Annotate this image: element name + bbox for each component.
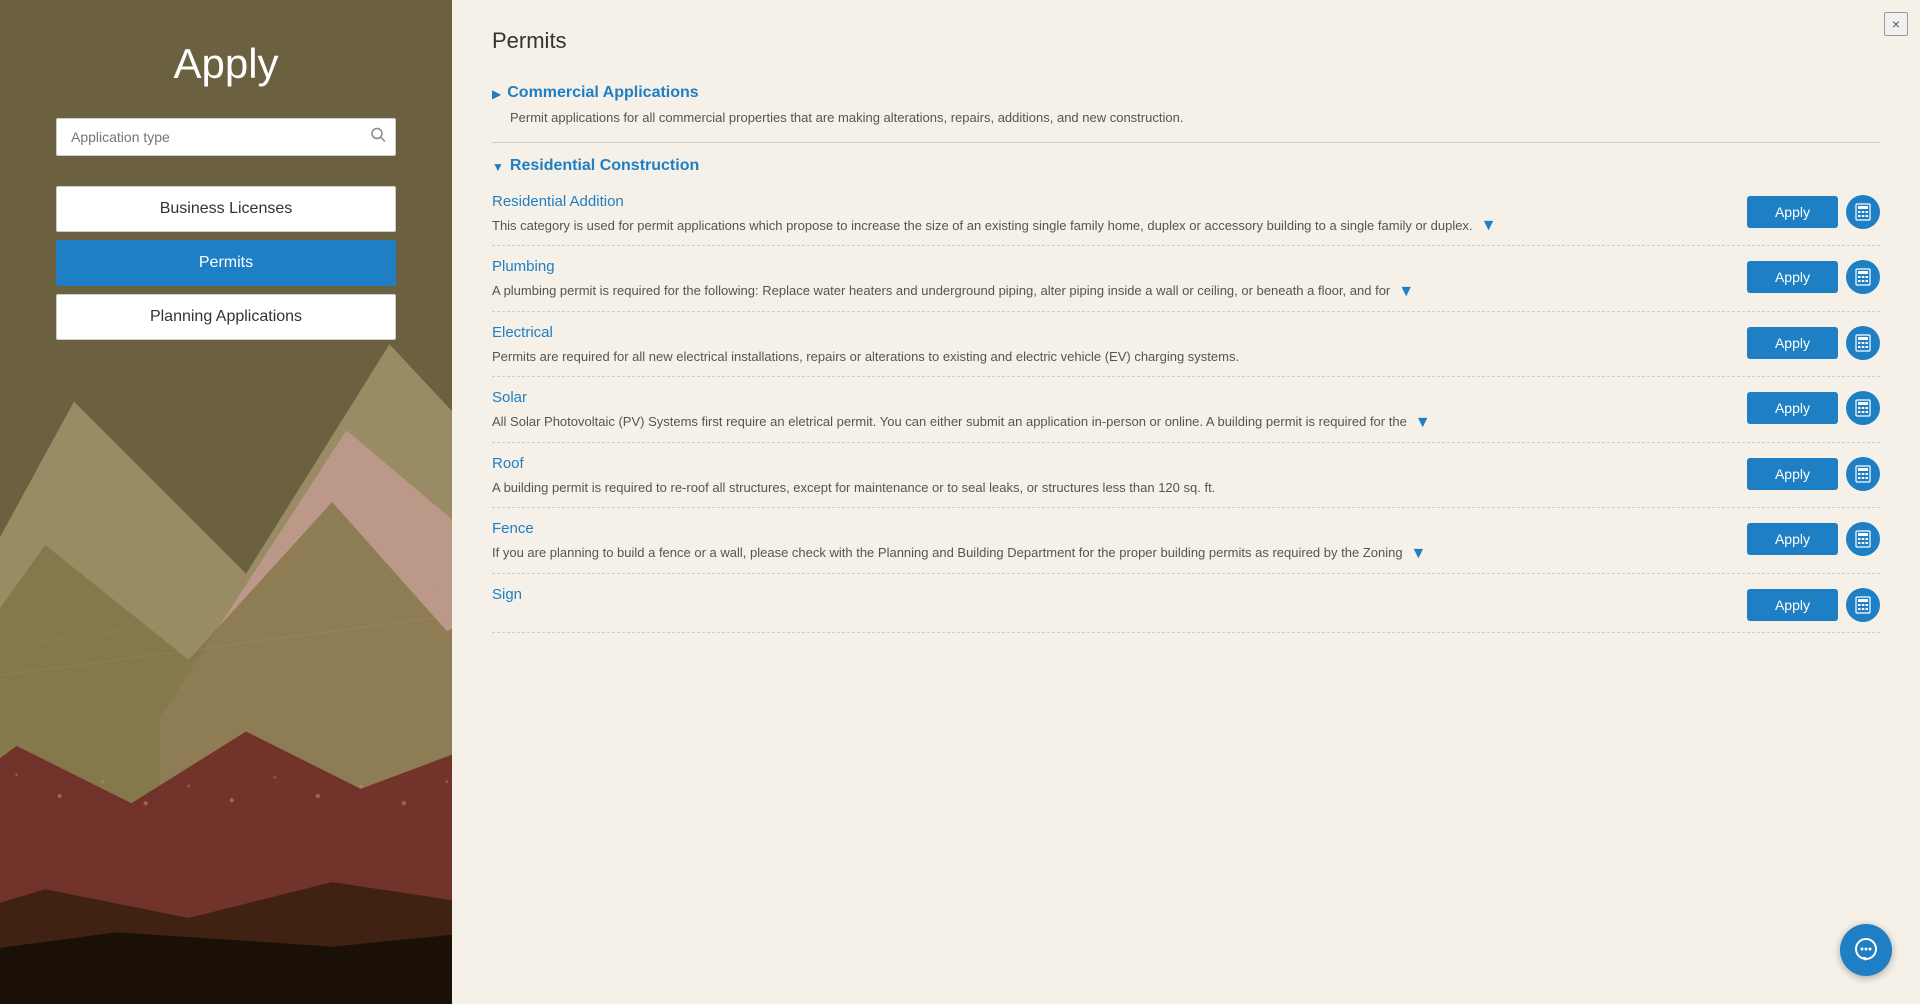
permit-info-roof: Roof A building permit is required to re… <box>492 455 1747 498</box>
apply-button-roof[interactable]: Apply <box>1747 458 1838 490</box>
permit-name-fence: Fence <box>492 520 1727 537</box>
permit-actions-sign: Apply <box>1747 586 1880 622</box>
apply-button-sign[interactable]: Apply <box>1747 589 1838 621</box>
calc-button-solar[interactable] <box>1846 391 1880 425</box>
permit-item-residential-addition: Residential Addition This category is us… <box>492 181 1880 247</box>
permit-item-plumbing: Plumbing A plumbing permit is required f… <box>492 246 1880 312</box>
permit-info-fence: Fence If you are planning to build a fen… <box>492 520 1747 563</box>
permit-name-roof: Roof <box>492 455 1727 472</box>
calc-icon-6 <box>1854 530 1872 548</box>
calc-button-fence[interactable] <box>1846 522 1880 556</box>
permit-info-electrical: Electrical Permits are required for all … <box>492 324 1747 367</box>
permit-actions-electrical: Apply <box>1747 324 1880 360</box>
calc-icon-4 <box>1854 399 1872 417</box>
calc-icon-5 <box>1854 465 1872 483</box>
right-panel: × Permits ▶ Commercial Applications Perm… <box>452 0 1920 1004</box>
search-input[interactable] <box>56 118 396 156</box>
permit-actions-solar: Apply <box>1747 389 1880 425</box>
search-button[interactable] <box>370 127 386 148</box>
close-button[interactable]: × <box>1884 12 1908 36</box>
nav-buttons: Business Licenses Permits Planning Appli… <box>56 186 396 340</box>
permit-desc-electrical: Permits are required for all new electri… <box>492 347 1239 367</box>
category-commercial-header[interactable]: ▶ Commercial Applications <box>492 74 1880 108</box>
permit-item-sign: Sign Apply <box>492 574 1880 633</box>
apply-button-fence[interactable]: Apply <box>1747 523 1838 555</box>
permit-actions-roof: Apply <box>1747 455 1880 491</box>
permit-actions-residential-addition: Apply <box>1747 193 1880 229</box>
apply-button-solar[interactable]: Apply <box>1747 392 1838 424</box>
permit-name-electrical: Electrical <box>492 324 1727 341</box>
calc-icon-2 <box>1854 268 1872 286</box>
permit-name-solar: Solar <box>492 389 1727 406</box>
residential-title: Residential Construction <box>510 157 699 175</box>
residential-arrow: ▼ <box>492 160 504 174</box>
calc-button-plumbing[interactable] <box>1846 260 1880 294</box>
permit-info-sign: Sign <box>492 586 1747 609</box>
nav-business-licenses[interactable]: Business Licenses <box>56 186 396 232</box>
page-title: Apply <box>173 40 278 88</box>
permit-item-fence: Fence If you are planning to build a fen… <box>492 508 1880 574</box>
permit-desc-fence: If you are planning to build a fence or … <box>492 543 1403 563</box>
search-icon <box>370 127 386 143</box>
permit-desc-plumbing: A plumbing permit is required for the fo… <box>492 281 1390 301</box>
left-panel: Apply Business Licenses Permits Planning… <box>0 0 452 1004</box>
permit-item-electrical: Electrical Permits are required for all … <box>492 312 1880 378</box>
close-icon: × <box>1892 16 1900 32</box>
expand-plumbing[interactable]: ▼ <box>1394 283 1418 301</box>
chat-button[interactable] <box>1840 924 1892 976</box>
commercial-title: Commercial Applications <box>507 84 698 102</box>
chat-icon <box>1853 937 1879 963</box>
commercial-arrow: ▶ <box>492 87 501 101</box>
category-commercial: ▶ Commercial Applications Permit applica… <box>492 74 1880 138</box>
permit-actions-fence: Apply <box>1747 520 1880 556</box>
calc-button-roof[interactable] <box>1846 457 1880 491</box>
search-wrapper <box>56 118 396 156</box>
permit-desc-residential-addition: This category is used for permit applica… <box>492 216 1473 236</box>
commercial-desc: Permit applications for all commercial p… <box>492 108 1880 138</box>
permit-info-plumbing: Plumbing A plumbing permit is required f… <box>492 258 1747 301</box>
permits-title: Permits <box>492 28 1880 54</box>
category-residential: ▼ Residential Construction Residential A… <box>492 147 1880 633</box>
permit-item-roof: Roof A building permit is required to re… <box>492 443 1880 509</box>
apply-button-residential-addition[interactable]: Apply <box>1747 196 1838 228</box>
divider-commercial <box>492 142 1880 143</box>
calc-button-sign[interactable] <box>1846 588 1880 622</box>
permit-desc-solar: All Solar Photovoltaic (PV) Systems firs… <box>492 412 1407 432</box>
permits-panel: Permits ▶ Commercial Applications Permit… <box>452 0 1920 1004</box>
expand-residential-addition[interactable]: ▼ <box>1477 217 1501 235</box>
nav-planning-applications[interactable]: Planning Applications <box>56 294 396 340</box>
permit-actions-plumbing: Apply <box>1747 258 1880 294</box>
permit-name-plumbing: Plumbing <box>492 258 1727 275</box>
calc-button-electrical[interactable] <box>1846 326 1880 360</box>
calc-icon-7 <box>1854 596 1872 614</box>
category-residential-header[interactable]: ▼ Residential Construction <box>492 147 1880 181</box>
expand-solar[interactable]: ▼ <box>1411 414 1435 432</box>
permit-info-residential-addition: Residential Addition This category is us… <box>492 193 1747 236</box>
calc-icon <box>1854 203 1872 221</box>
permit-name-sign: Sign <box>492 586 1727 603</box>
permit-item-solar: Solar All Solar Photovoltaic (PV) System… <box>492 377 1880 443</box>
apply-button-plumbing[interactable]: Apply <box>1747 261 1838 293</box>
nav-permits[interactable]: Permits <box>56 240 396 286</box>
calc-icon-3 <box>1854 334 1872 352</box>
permit-name-residential-addition: Residential Addition <box>492 193 1727 210</box>
permit-desc-roof: A building permit is required to re-roof… <box>492 478 1215 498</box>
permit-info-solar: Solar All Solar Photovoltaic (PV) System… <box>492 389 1747 432</box>
expand-fence[interactable]: ▼ <box>1407 545 1431 563</box>
calc-button-residential-addition[interactable] <box>1846 195 1880 229</box>
apply-button-electrical[interactable]: Apply <box>1747 327 1838 359</box>
